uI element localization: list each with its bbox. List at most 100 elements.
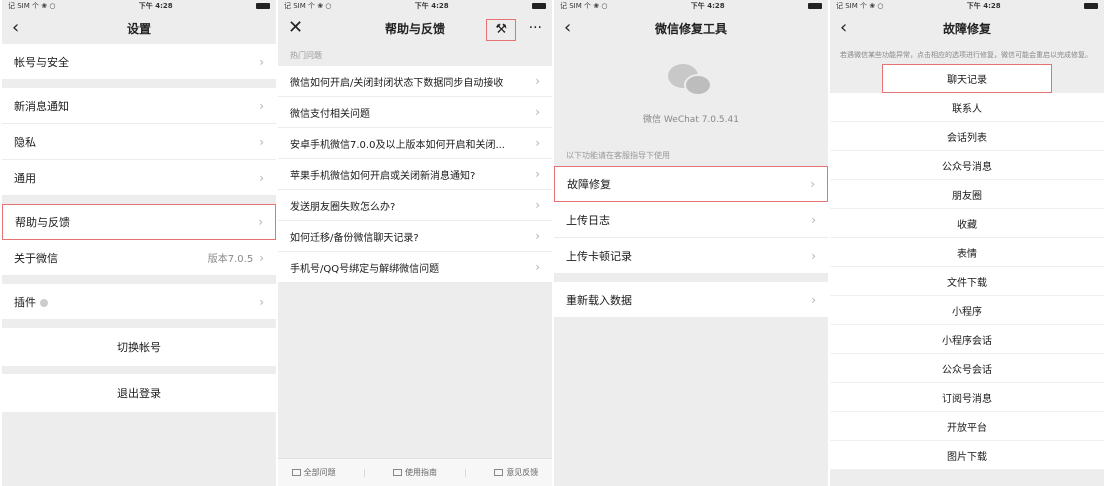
- row-label: 帐号与安全: [14, 55, 69, 69]
- row-label: 上传卡顿记录: [566, 249, 632, 263]
- faq-text: 安卓手机微信7.0.0及以上版本如何开启和关闭...: [290, 139, 505, 151]
- reload-data-row[interactable]: 重新载入数据 ›: [554, 282, 828, 318]
- status-time: 下午 4:28: [414, 2, 449, 10]
- row-label: 插件: [14, 295, 36, 309]
- status-time: 下午 4:28: [138, 2, 173, 10]
- chevron-right-icon: ›: [811, 292, 816, 307]
- faq-item[interactable]: 如何迁移/备份微信聊天记录? ›: [278, 221, 552, 252]
- battery-icon: [532, 3, 546, 9]
- repair-item[interactable]: 小程序会话: [830, 325, 1104, 354]
- chevron-right-icon: ›: [259, 134, 264, 149]
- status-time: 下午 4:28: [966, 2, 1001, 10]
- section-label: 热门问题: [278, 44, 552, 66]
- fault-repair-row[interactable]: 故障修复 ›: [554, 166, 828, 202]
- chevron-right-icon: ›: [259, 170, 264, 185]
- nav-bar: ‹ 故障修复: [830, 12, 1104, 44]
- repair-item[interactable]: 表情: [830, 238, 1104, 267]
- more-icon[interactable]: ···: [529, 18, 542, 38]
- faq-item[interactable]: 发送朋友圈失败怎么办? ›: [278, 190, 552, 221]
- status-bar: 记 SIM 个 ❀ ○ 下午 4:28: [830, 0, 1104, 12]
- settings-row-account[interactable]: 帐号与安全 ›: [2, 44, 276, 80]
- repair-description: 若遇微信某些功能异常，点击相应的选项进行修复，微信可能会重启以完成修复。: [830, 44, 1104, 64]
- faq-item[interactable]: 微信支付相关问题 ›: [278, 97, 552, 128]
- logout-button[interactable]: 退出登录: [2, 374, 276, 412]
- nav-bar: ✕ 帮助与反馈 ⚒ ···: [278, 12, 552, 44]
- feedback-button[interactable]: 意见反馈: [494, 467, 538, 478]
- chevron-right-icon: ›: [535, 167, 540, 181]
- chevron-right-icon: ›: [535, 198, 540, 212]
- faq-item[interactable]: 手机号/QQ号绑定与解绑微信问题 ›: [278, 252, 552, 283]
- repair-item[interactable]: 公众号消息: [830, 151, 1104, 180]
- repair-item[interactable]: 文件下载: [830, 267, 1104, 296]
- row-label: 帮助与反馈: [15, 216, 70, 229]
- settings-row-privacy[interactable]: 隐私 ›: [2, 124, 276, 160]
- chevron-right-icon: ›: [259, 294, 264, 309]
- faq-item[interactable]: 微信如何开启/关闭封闭状态下数据同步自动接收 ›: [278, 66, 552, 97]
- status-carrier: 记 SIM 个 ❀ ○: [836, 2, 884, 10]
- chevron-right-icon: ›: [811, 212, 816, 227]
- settings-row-notifications[interactable]: 新消息通知 ›: [2, 88, 276, 124]
- nav-bar: ‹ 设置: [2, 12, 276, 44]
- repair-tool-icon[interactable]: ⚒: [486, 19, 516, 41]
- status-time: 下午 4:28: [690, 2, 725, 10]
- user-guide-button[interactable]: 使用指南: [392, 467, 437, 478]
- nav-bar: ‹ 微信修复工具: [554, 12, 828, 44]
- chevron-right-icon: ›: [535, 136, 540, 150]
- repair-item[interactable]: 开放平台: [830, 412, 1104, 441]
- faq-item[interactable]: 苹果手机微信如何开启或关闭新消息通知? ›: [278, 159, 552, 190]
- repair-item[interactable]: 会话列表: [830, 122, 1104, 151]
- chevron-right-icon: ›: [258, 215, 263, 229]
- close-icon[interactable]: ✕: [288, 18, 303, 38]
- back-icon[interactable]: ‹: [840, 18, 847, 38]
- info-icon: [40, 298, 48, 307]
- chevron-right-icon: ›: [259, 54, 264, 69]
- repair-item[interactable]: 朋友圈: [830, 180, 1104, 209]
- chevron-right-icon: ›: [535, 229, 540, 243]
- faq-text: 如何迁移/备份微信聊天记录?: [290, 232, 419, 244]
- faq-item[interactable]: 安卓手机微信7.0.0及以上版本如何开启和关闭... ›: [278, 128, 552, 159]
- repair-item[interactable]: 小程序: [830, 296, 1104, 325]
- upload-log-row[interactable]: 上传日志 ›: [554, 202, 828, 238]
- settings-row-about[interactable]: 关于微信 版本7.0.5 ›: [2, 240, 276, 276]
- app-info: 微信 WeChat 7.0.5.41: [554, 44, 828, 144]
- all-questions-button[interactable]: 全部问题: [291, 467, 336, 478]
- chevron-right-icon: ›: [810, 177, 815, 191]
- chevron-right-icon: ›: [535, 74, 540, 88]
- repair-item[interactable]: 订阅号消息: [830, 383, 1104, 412]
- back-icon[interactable]: ‹: [12, 18, 19, 38]
- battery-icon: [808, 3, 822, 9]
- page-title: 设置: [126, 21, 151, 36]
- chevron-right-icon: ›: [259, 98, 264, 113]
- message-icon: [494, 469, 504, 476]
- settings-row-help-feedback[interactable]: 帮助与反馈 ›: [2, 204, 276, 240]
- status-bar: 记 SIM 个 ❀ ○ 下午 4:28: [278, 0, 552, 12]
- row-label: 隐私: [14, 135, 36, 149]
- repair-item[interactable]: 公众号会话: [830, 354, 1104, 383]
- faq-text: 发送朋友圈失败怎么办?: [290, 201, 396, 213]
- settings-row-general[interactable]: 通用 ›: [2, 160, 276, 196]
- repair-item[interactable]: 收藏: [830, 209, 1104, 238]
- help-feedback-screen: 记 SIM 个 ❀ ○ 下午 4:28 ✕ 帮助与反馈 ⚒ ··· 热门问题 微…: [278, 0, 552, 486]
- faq-text: 微信支付相关问题: [290, 108, 370, 120]
- chevron-right-icon: ›: [259, 251, 264, 265]
- switch-account-button[interactable]: 切换帐号: [2, 328, 276, 366]
- faq-text: 微信如何开启/关闭封闭状态下数据同步自动接收: [290, 77, 504, 89]
- bottom-toolbar: 全部问题 | 使用指南 | 意见反馈: [278, 458, 552, 486]
- fault-repair-screen: 记 SIM 个 ❀ ○ 下午 4:28 ‹ 故障修复 若遇微信某些功能异常，点击…: [830, 0, 1104, 486]
- repair-tool-screen: 记 SIM 个 ❀ ○ 下午 4:28 ‹ 微信修复工具 微信 WeChat 7…: [554, 0, 828, 486]
- button-label: 使用指南: [404, 468, 437, 477]
- back-icon[interactable]: ‹: [564, 18, 571, 38]
- list-icon: [291, 469, 301, 476]
- repair-item[interactable]: 联系人: [830, 93, 1104, 122]
- repair-item-chat-history[interactable]: 聊天记录: [882, 64, 1052, 93]
- row-label: 上传日志: [566, 213, 610, 227]
- chevron-right-icon: ›: [811, 248, 816, 263]
- status-carrier: 记 SIM 个 ❀ ○: [8, 2, 56, 10]
- repair-item[interactable]: 图片下载: [830, 441, 1104, 470]
- page-title: 帮助与反馈: [384, 21, 445, 36]
- row-label: 重新载入数据: [566, 293, 632, 307]
- button-label: 意见反馈: [506, 468, 539, 477]
- upload-lag-row[interactable]: 上传卡顿记录 ›: [554, 238, 828, 274]
- settings-row-plugins[interactable]: 插件 ›: [2, 284, 276, 320]
- row-label: 关于微信: [14, 251, 58, 265]
